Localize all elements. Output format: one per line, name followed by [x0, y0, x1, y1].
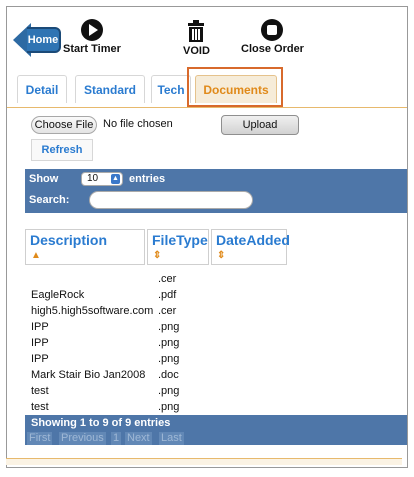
start-timer-button[interactable]: Start Timer: [63, 19, 121, 55]
table-row[interactable]: IPP .png: [31, 319, 407, 335]
no-file-text: No file chosen: [103, 118, 173, 130]
filetype-cell: .png: [158, 321, 180, 333]
table-row[interactable]: test .png: [31, 399, 407, 415]
play-icon: [80, 19, 103, 41]
column-description[interactable]: Description ▲: [25, 229, 145, 265]
stop-icon: [261, 19, 284, 41]
table-info: Showing 1 to 9 of 9 entries: [31, 417, 171, 429]
close-order-button[interactable]: Close Order: [241, 19, 304, 55]
column-dateadded[interactable]: DateAdded ⇕: [211, 229, 290, 265]
table-row[interactable]: test .png: [31, 383, 407, 399]
stepper-icon: ▲: [111, 174, 120, 184]
column-filetype[interactable]: FileType ⇕: [147, 229, 209, 265]
toolbar: Home Start Timer VOID Close Order: [7, 7, 407, 67]
bottom-divider: [6, 458, 402, 465]
sort-icon: ⇕: [153, 250, 162, 261]
table-row[interactable]: Mark Stair Bio Jan2008 .doc: [31, 367, 407, 383]
table-row[interactable]: .cer: [31, 271, 407, 287]
description-cell: high5.high5software.com: [31, 305, 154, 317]
search-label: Search:: [29, 194, 70, 206]
table-row[interactable]: EagleRock .pdf: [31, 287, 407, 303]
description-cell: test: [31, 385, 49, 397]
entries-select[interactable]: 10 ▲: [81, 172, 123, 186]
home-button[interactable]: Home: [13, 17, 63, 63]
filetype-cell: .cer: [158, 305, 177, 317]
choose-file-button[interactable]: Choose File: [31, 116, 97, 134]
pager-first[interactable]: First: [27, 432, 53, 445]
upload-button[interactable]: Upload: [221, 115, 299, 135]
description-cell: IPP: [31, 321, 49, 333]
void-label: VOID: [183, 45, 210, 57]
description-cell: EagleRock: [31, 289, 85, 301]
void-button[interactable]: VOID: [183, 19, 210, 57]
tab-highlight-box: [187, 67, 283, 107]
table-header: Description ▲ FileType ⇕ DateAdded ⇕: [25, 229, 407, 269]
pager-next[interactable]: Next: [125, 432, 152, 445]
documents-panel: Choose File No file chosen Upload Refres…: [7, 108, 407, 466]
start-timer-label: Start Timer: [63, 43, 121, 55]
close-order-label: Close Order: [241, 43, 304, 55]
filetype-cell: .pdf: [158, 289, 177, 301]
filetype-cell: .png: [158, 385, 180, 397]
filetype-cell: .png: [158, 353, 180, 365]
table-footer: Showing 1 to 9 of 9 entries First Previo…: [25, 415, 407, 445]
table-row[interactable]: high5.high5software.com .cer: [31, 303, 407, 319]
filetype-cell: .png: [158, 337, 180, 349]
column-filetype-label: FileType: [152, 232, 208, 248]
table-body: .cer EagleRock .pdf high5.high5software.c…: [31, 271, 407, 415]
tab-tech[interactable]: Tech: [151, 75, 191, 103]
description-cell: Mark Stair Bio Jan2008: [31, 369, 146, 381]
pager-page-1[interactable]: 1: [111, 432, 122, 445]
tab-standard[interactable]: Standard: [75, 75, 145, 103]
column-dateadded-label: DateAdded: [216, 232, 290, 248]
table-row[interactable]: IPP .png: [31, 335, 407, 351]
description-cell: test: [31, 401, 49, 413]
pager-previous[interactable]: Previous: [59, 432, 106, 445]
trash-icon: [188, 20, 205, 42]
search-input[interactable]: [89, 191, 253, 209]
pager-last[interactable]: Last: [159, 432, 184, 445]
sort-asc-icon: ▲: [31, 250, 41, 261]
filetype-cell: .cer: [158, 273, 177, 285]
column-description-label: Description: [30, 232, 108, 248]
description-cell: IPP: [31, 337, 49, 349]
tab-detail[interactable]: Detail: [17, 75, 67, 103]
table-row[interactable]: IPP .png: [31, 351, 407, 367]
window-frame: Home Start Timer VOID Close Order Detail…: [6, 6, 408, 468]
tab-bar: Detail Standard Tech Documents: [7, 67, 407, 108]
entries-label: entries: [129, 173, 166, 185]
table-controls: Show 10 ▲ entries Search:: [25, 169, 407, 213]
home-label: Home: [27, 27, 61, 53]
sort-icon: ⇕: [217, 250, 226, 261]
refresh-button[interactable]: Refresh: [31, 139, 93, 161]
description-cell: IPP: [31, 353, 49, 365]
show-label: Show: [29, 173, 59, 185]
filetype-cell: .doc: [158, 369, 179, 381]
filetype-cell: .png: [158, 401, 180, 413]
entries-value: 10: [87, 173, 99, 184]
